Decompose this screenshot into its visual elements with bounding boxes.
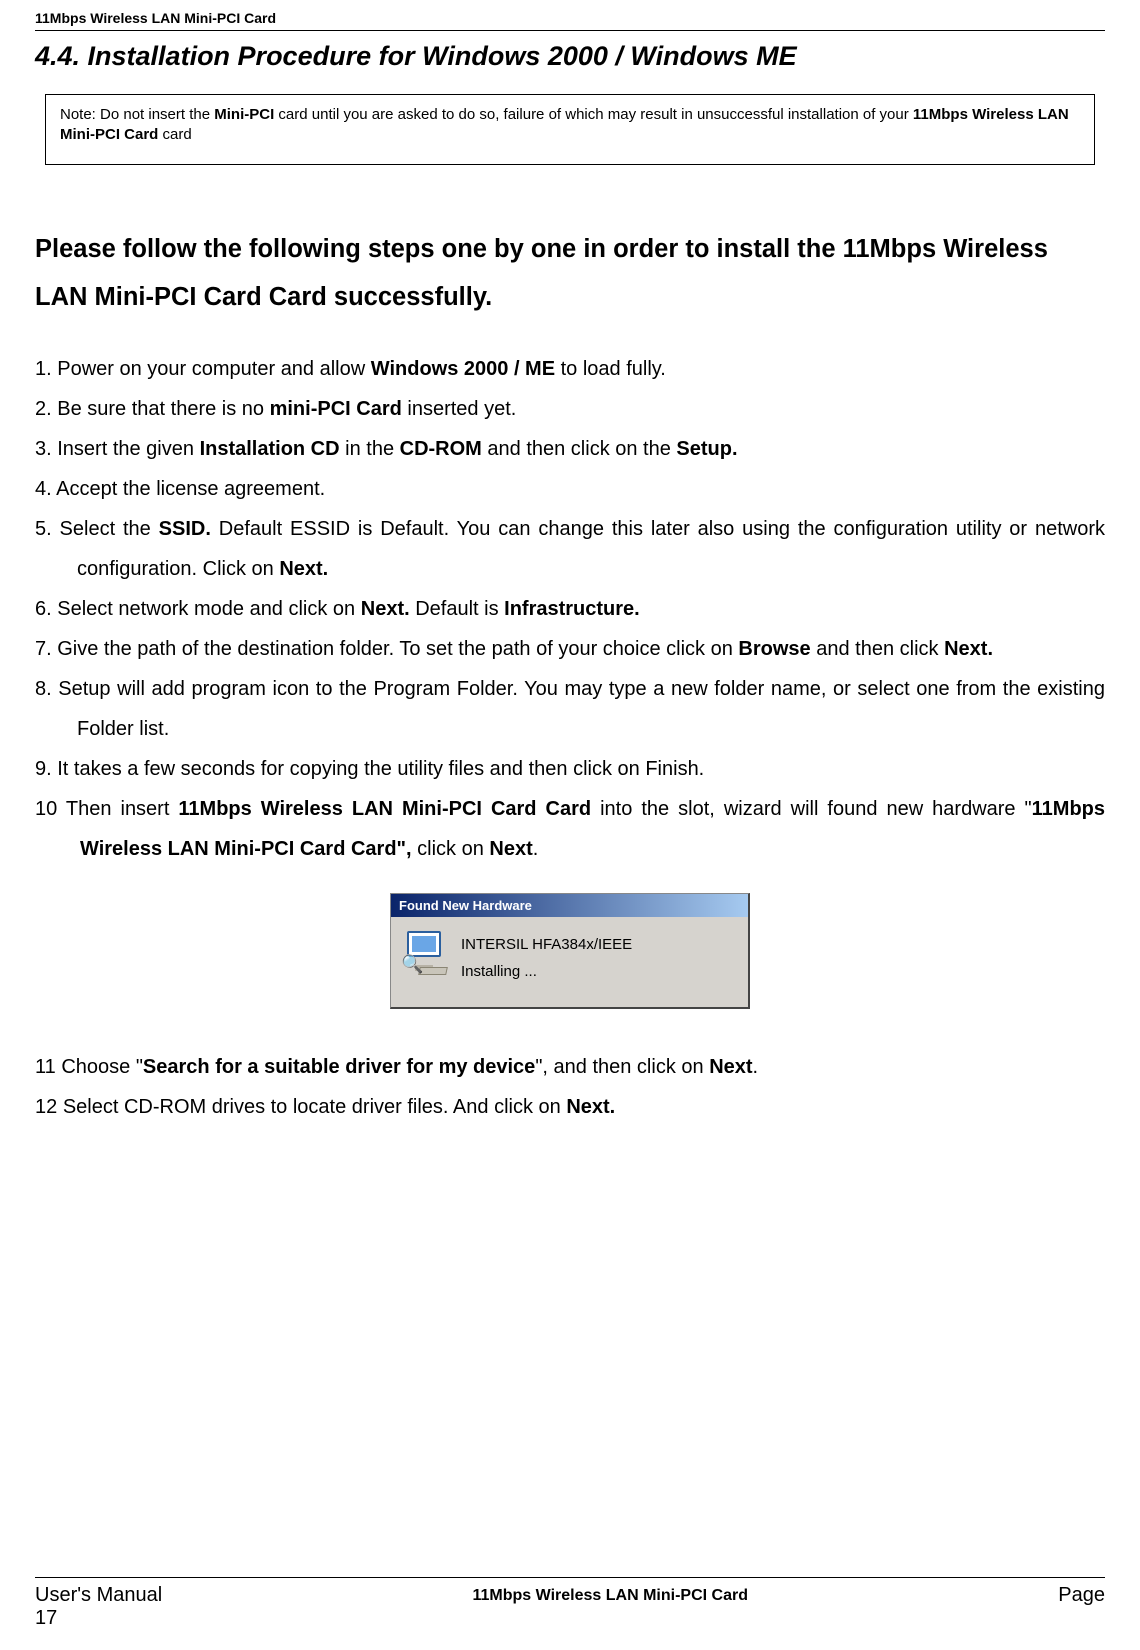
section-title: 4.4. Installation Procedure for Windows … bbox=[35, 41, 1105, 72]
text: Accept the license agreement. bbox=[56, 478, 325, 500]
text: Default is bbox=[410, 598, 504, 620]
text: to load fully. bbox=[555, 358, 666, 380]
hardware-icon: 🔍 bbox=[403, 931, 447, 975]
list-item: Insert the given Installation CD in the … bbox=[35, 429, 1105, 469]
dialog-body: 🔍 INTERSIL HFA384x/IEEE Installing ... bbox=[391, 917, 748, 1007]
install-steps-cont: Choose "Search for a suitable driver for… bbox=[35, 1047, 1105, 1127]
list-item: Select the SSID. Default ESSID is Defaul… bbox=[35, 509, 1105, 589]
bold: SSID. bbox=[159, 518, 211, 540]
list-item: It takes a few seconds for copying the u… bbox=[35, 749, 1105, 789]
lead-paragraph: Please follow the following steps one by… bbox=[35, 225, 1105, 322]
device-name: INTERSIL HFA384x/IEEE bbox=[461, 931, 632, 958]
list-item: Be sure that there is no mini-PCI Card i… bbox=[35, 389, 1105, 429]
note-text: card bbox=[158, 126, 191, 143]
list-item: Then insert 11Mbps Wireless LAN Mini-PCI… bbox=[35, 789, 1105, 869]
bold: Search for a suitable driver for my devi… bbox=[143, 1056, 535, 1078]
bold: Next. bbox=[361, 598, 410, 620]
page-footer: User's Manual 11Mbps Wireless LAN Mini-P… bbox=[35, 1577, 1105, 1630]
bold: Setup. bbox=[676, 438, 737, 460]
text: Be sure that there is no bbox=[57, 398, 269, 420]
text: Power on your computer and allow bbox=[57, 358, 371, 380]
note-box: Note: Do not insert the Mini-PCI card un… bbox=[45, 94, 1095, 165]
text: in the bbox=[340, 438, 400, 460]
footer-center: 11Mbps Wireless LAN Mini-PCI Card bbox=[473, 1587, 748, 1605]
text: Select CD-ROM drives to locate driver fi… bbox=[63, 1096, 567, 1118]
dialog-titlebar: Found New Hardware bbox=[391, 894, 748, 917]
bold: Windows 2000 / ME bbox=[371, 358, 555, 380]
bold: Next. bbox=[566, 1096, 615, 1118]
text: Default ESSID is Default. You can change… bbox=[77, 518, 1105, 580]
footer-left: User's Manual bbox=[35, 1584, 162, 1607]
list-item: Select CD-ROM drives to locate driver fi… bbox=[35, 1087, 1105, 1127]
bold: Next. bbox=[279, 558, 328, 580]
footer-right: Page bbox=[1058, 1584, 1105, 1607]
note-bold-1: Mini-PCI bbox=[214, 106, 274, 123]
text: Give the path of the destination folder.… bbox=[57, 638, 738, 660]
install-status: Installing ... bbox=[461, 958, 632, 985]
list-item: Select network mode and click on Next. D… bbox=[35, 589, 1105, 629]
bold: Next. bbox=[944, 638, 993, 660]
bold: 11Mbps Wireless LAN Mini-PCI Card Card bbox=[178, 798, 591, 820]
magnifier-icon: 🔍 bbox=[401, 954, 423, 975]
text: ", and then click on bbox=[535, 1056, 709, 1078]
text: Insert the given bbox=[57, 438, 199, 460]
list-item: Power on your computer and allow Windows… bbox=[35, 349, 1105, 389]
text: inserted yet. bbox=[402, 398, 517, 420]
list-item: Give the path of the destination folder.… bbox=[35, 629, 1105, 669]
bold: Infrastructure. bbox=[504, 598, 640, 620]
text: Choose " bbox=[61, 1056, 143, 1078]
bold: CD-ROM bbox=[400, 438, 482, 460]
text: Select the bbox=[60, 518, 159, 540]
bold: Next bbox=[489, 838, 532, 860]
header-rule bbox=[35, 30, 1105, 31]
text: Then insert bbox=[66, 798, 179, 820]
found-new-hardware-dialog: Found New Hardware 🔍 INTERSIL HFA384x/IE… bbox=[390, 893, 750, 1009]
note-text: Note: Do not insert the bbox=[60, 106, 214, 123]
screenshot-dialog-wrap: Found New Hardware 🔍 INTERSIL HFA384x/IE… bbox=[35, 893, 1105, 1009]
note-text: card until you are asked to do so, failu… bbox=[274, 106, 913, 123]
list-item: Accept the license agreement. bbox=[35, 469, 1105, 509]
bold: Browse bbox=[738, 638, 810, 660]
list-item: Choose "Search for a suitable driver for… bbox=[35, 1047, 1105, 1087]
text: into the slot, wizard will found new har… bbox=[591, 798, 1032, 820]
text: and then click on the bbox=[482, 438, 677, 460]
footer-rule bbox=[35, 1577, 1105, 1578]
text: Select network mode and click on bbox=[57, 598, 361, 620]
running-header: 11Mbps Wireless LAN Mini-PCI Card bbox=[35, 10, 1105, 30]
text: . bbox=[753, 1056, 759, 1078]
text: . bbox=[533, 838, 539, 860]
bold: mini-PCI Card bbox=[270, 398, 402, 420]
text: Setup will add program icon to the Progr… bbox=[58, 678, 1105, 740]
dialog-text: INTERSIL HFA384x/IEEE Installing ... bbox=[461, 931, 632, 985]
text: It takes a few seconds for copying the u… bbox=[57, 758, 704, 780]
page-number: 17 bbox=[35, 1607, 1105, 1630]
install-steps: Power on your computer and allow Windows… bbox=[35, 349, 1105, 869]
bold: Installation CD bbox=[200, 438, 340, 460]
text: click on bbox=[412, 838, 490, 860]
bold: Next bbox=[709, 1056, 752, 1078]
list-item: Setup will add program icon to the Progr… bbox=[35, 669, 1105, 749]
text: and then click bbox=[811, 638, 944, 660]
